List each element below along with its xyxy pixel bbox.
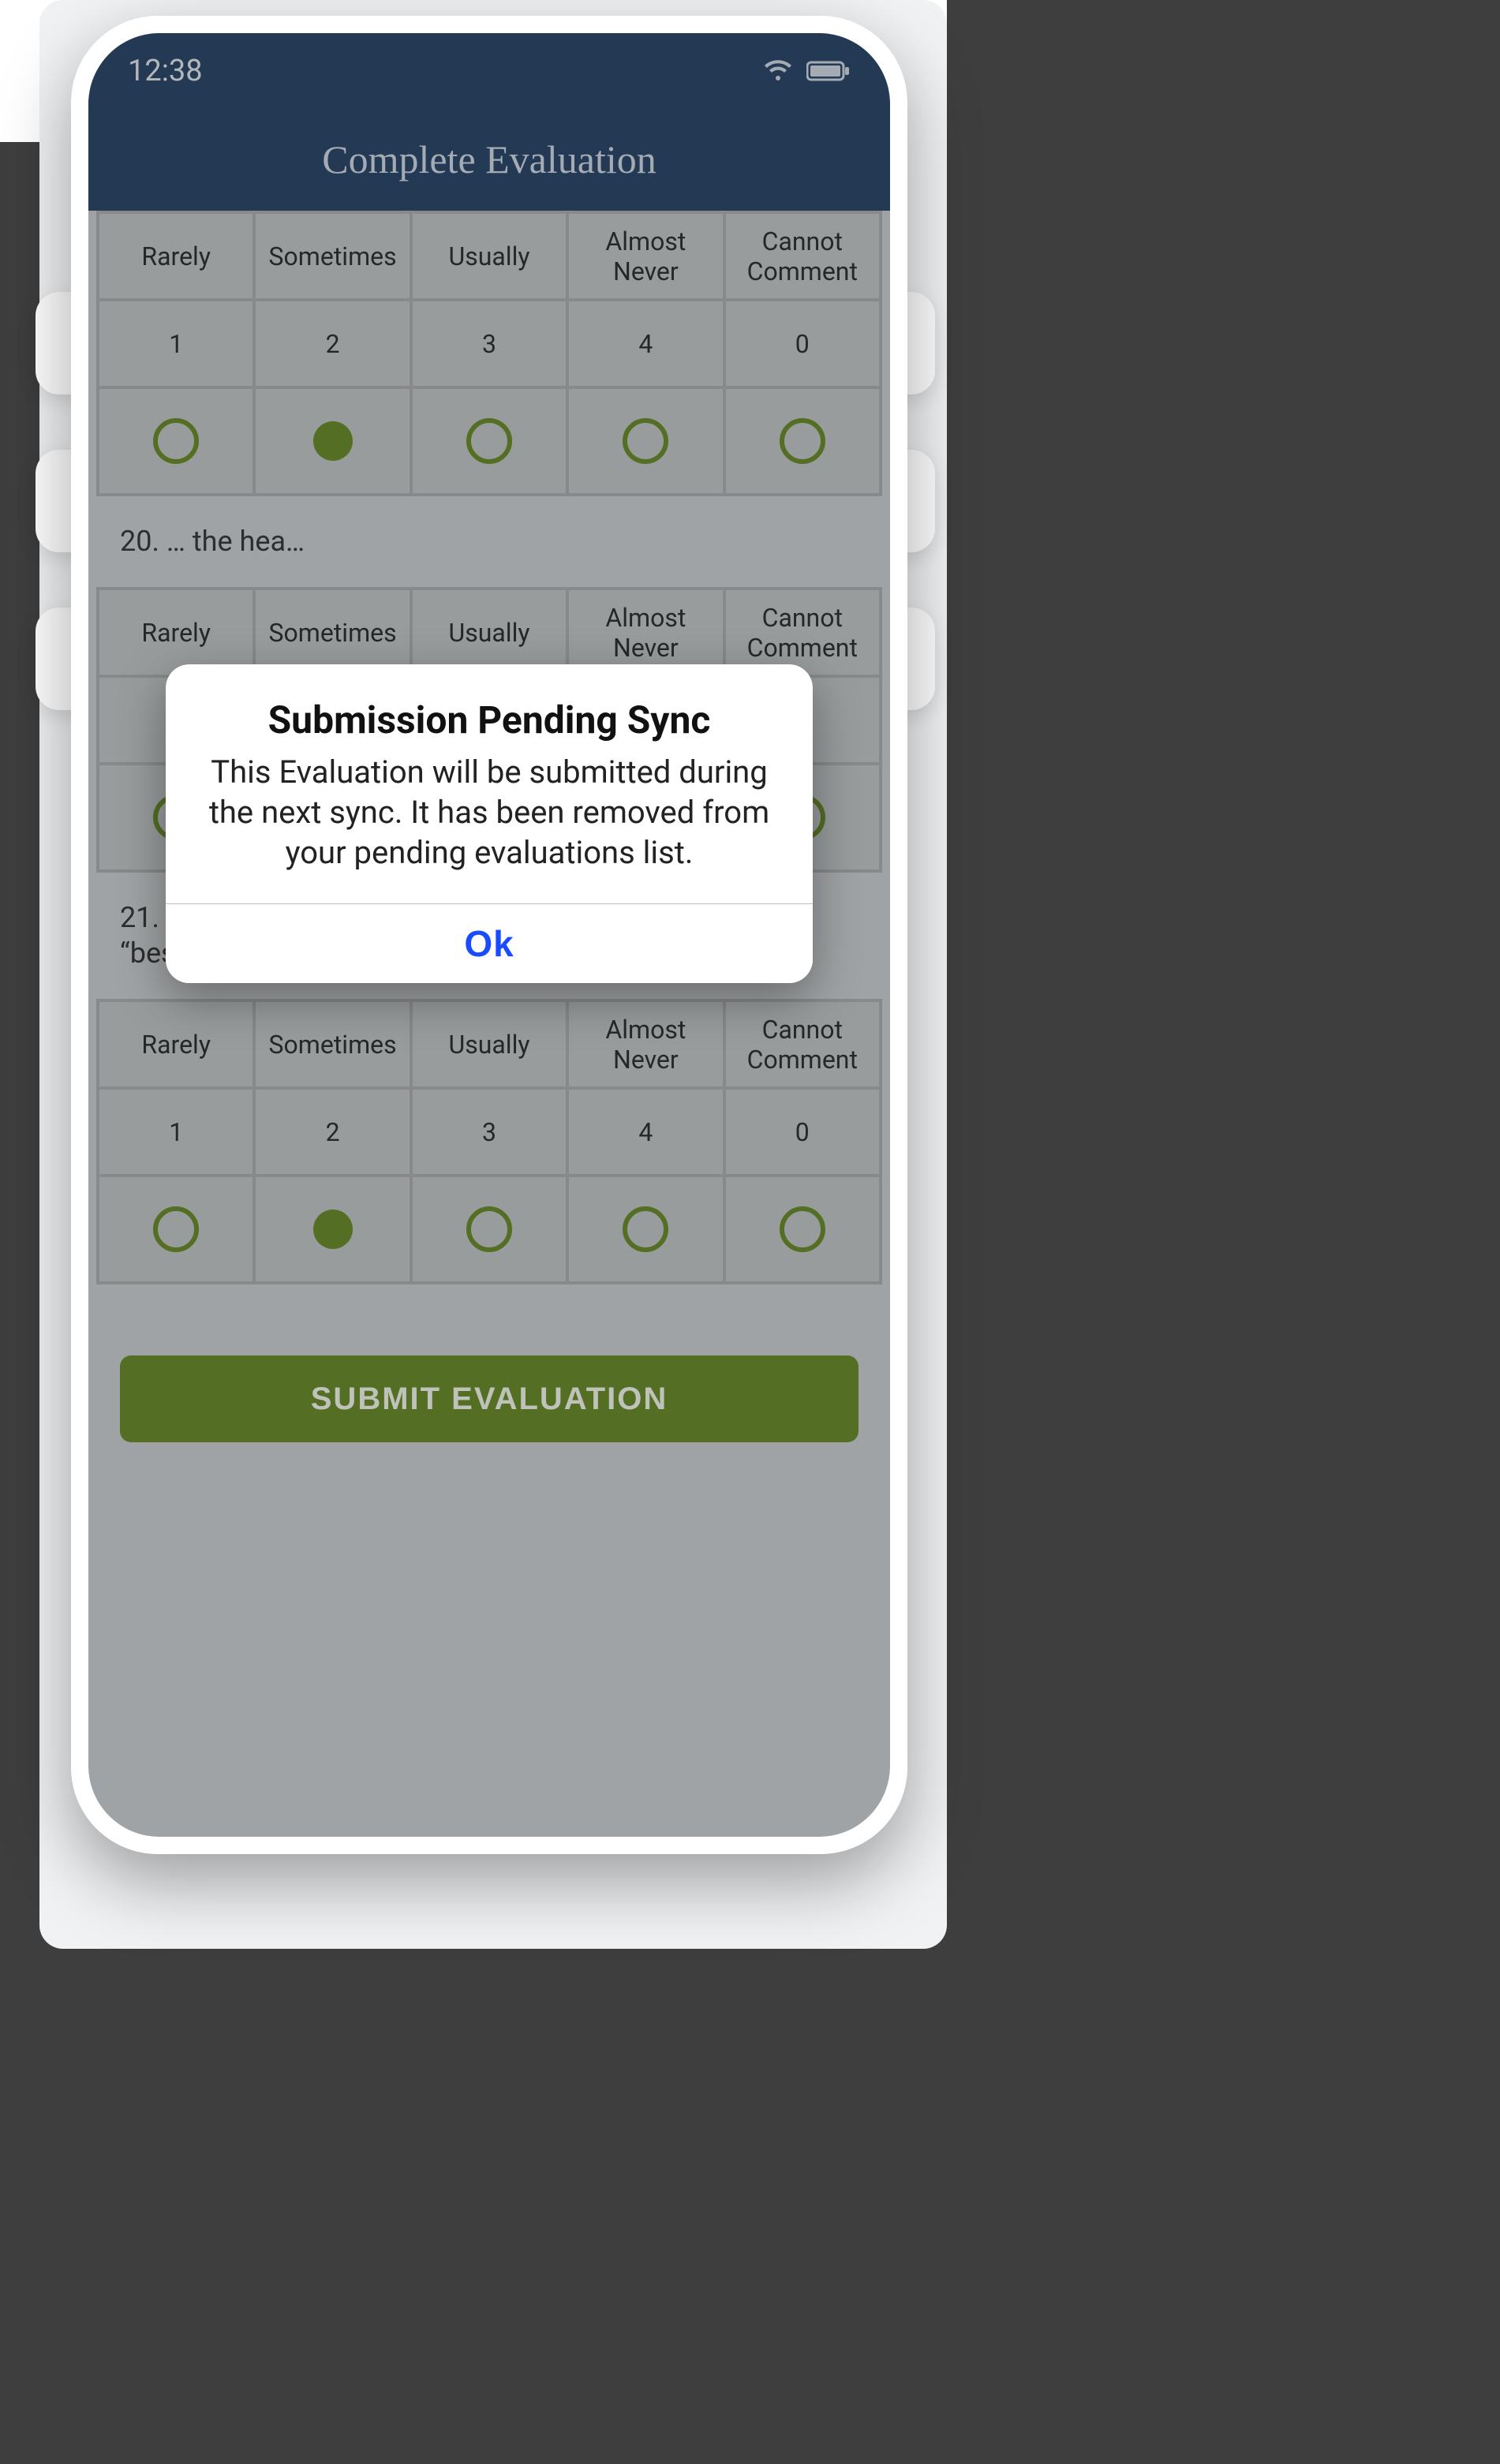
dialog-title: Submission Pending Sync xyxy=(166,664,813,752)
radio-icon xyxy=(466,418,512,464)
col-label: Cannot Comment xyxy=(724,589,881,676)
col-label: Usually xyxy=(411,212,567,300)
col-label: Cannot Comment xyxy=(724,212,881,300)
col-value: 4 xyxy=(567,1088,724,1176)
col-label: Rarely xyxy=(98,212,254,300)
radio-icon xyxy=(780,1206,825,1252)
radio-selected-icon xyxy=(313,421,353,461)
question-20-text: 20. … the hea… xyxy=(88,496,890,587)
col-label: Sometimes xyxy=(254,1000,410,1088)
header-row: Rarely Sometimes Usually Almost Never Ca… xyxy=(98,1000,881,1088)
radio-cannot-comment[interactable] xyxy=(724,387,881,495)
pending-sync-dialog: Submission Pending Sync This Evaluation … xyxy=(166,664,813,983)
radio-icon xyxy=(780,418,825,464)
radio-sometimes[interactable] xyxy=(254,387,410,495)
dialog-body: This Evaluation will be submitted during… xyxy=(166,752,813,903)
radio-almost-never[interactable] xyxy=(567,387,724,495)
radio-almost-never[interactable] xyxy=(567,1176,724,1283)
header-row: Rarely Sometimes Usually Almost Never Ca… xyxy=(98,589,881,676)
status-time: 12:38 xyxy=(128,54,203,88)
radio-usually[interactable] xyxy=(411,1176,567,1283)
radio-icon xyxy=(466,1206,512,1252)
dialog-ok-button[interactable]: Ok xyxy=(166,904,813,983)
col-value: 2 xyxy=(254,1088,410,1176)
question-19-block: Rarely Sometimes Usually Almost Never Ca… xyxy=(88,211,890,496)
col-value: 0 xyxy=(724,300,881,387)
col-value: 1 xyxy=(98,1088,254,1176)
radio-selected-icon xyxy=(313,1210,353,1249)
submit-evaluation-button[interactable]: SUBMIT EVALUATION xyxy=(120,1355,858,1442)
radio-rarely[interactable] xyxy=(98,387,254,495)
radio-cannot-comment[interactable] xyxy=(724,1176,881,1283)
col-label: Rarely xyxy=(98,589,254,676)
col-value: 3 xyxy=(411,300,567,387)
col-value: 1 xyxy=(98,300,254,387)
col-label: Sometimes xyxy=(254,212,410,300)
radio-icon xyxy=(623,1206,668,1252)
value-row: 1 2 3 4 0 xyxy=(98,300,881,387)
status-bar: 12:38 xyxy=(88,33,890,108)
col-label: Usually xyxy=(411,1000,567,1088)
col-label: Cannot Comment xyxy=(724,1000,881,1088)
col-value: 4 xyxy=(567,300,724,387)
radio-icon xyxy=(623,418,668,464)
battery-icon xyxy=(806,60,851,82)
wifi-icon xyxy=(764,60,792,82)
question-21-options-table: Rarely Sometimes Usually Almost Never Ca… xyxy=(96,999,882,1284)
phone-screen: 12:38 Complete Evaluation Rarely Sometim… xyxy=(88,33,890,1837)
app-header: Complete Evaluation xyxy=(88,108,890,211)
col-value: 3 xyxy=(411,1088,567,1176)
phone-frame: 12:38 Complete Evaluation Rarely Sometim… xyxy=(71,16,907,1854)
radio-usually[interactable] xyxy=(411,387,567,495)
radio-icon xyxy=(153,1206,199,1252)
col-label: Almost Never xyxy=(567,212,724,300)
col-label: Sometimes xyxy=(254,589,410,676)
submit-area: SUBMIT EVALUATION xyxy=(88,1284,890,1474)
radio-row xyxy=(98,387,881,495)
radio-rarely[interactable] xyxy=(98,1176,254,1283)
value-row: 1 2 3 4 0 xyxy=(98,1088,881,1176)
col-label: Rarely xyxy=(98,1000,254,1088)
page-title: Complete Evaluation xyxy=(322,136,656,182)
radio-sometimes[interactable] xyxy=(254,1176,410,1283)
radio-icon xyxy=(153,418,199,464)
status-icons xyxy=(764,60,851,82)
col-value: 0 xyxy=(724,1088,881,1176)
question-19-options-table: Rarely Sometimes Usually Almost Never Ca… xyxy=(96,211,882,496)
col-value: 2 xyxy=(254,300,410,387)
header-row: Rarely Sometimes Usually Almost Never Ca… xyxy=(98,212,881,300)
col-label: Almost Never xyxy=(567,589,724,676)
col-label: Usually xyxy=(411,589,567,676)
col-label: Almost Never xyxy=(567,1000,724,1088)
radio-row xyxy=(98,1176,881,1283)
